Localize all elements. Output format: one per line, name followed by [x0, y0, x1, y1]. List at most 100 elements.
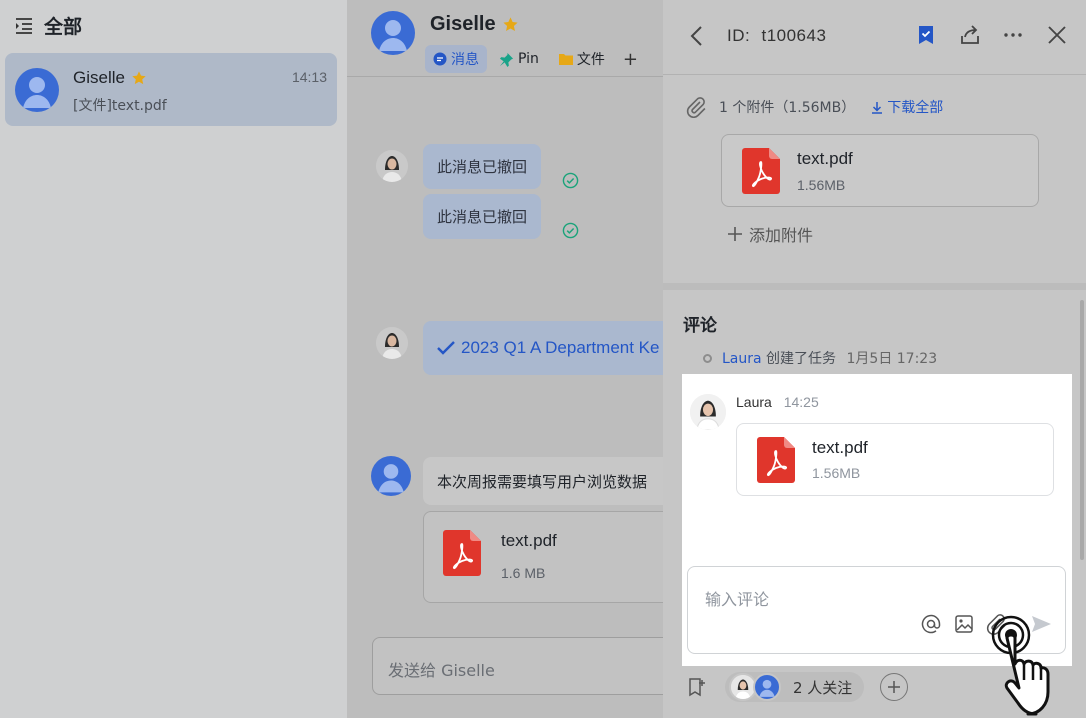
avatar[interactable]: [376, 150, 408, 182]
woman-avatar-icon: [731, 675, 755, 699]
timeline-dot-icon: [703, 353, 712, 363]
sidebar-title: 全部: [44, 16, 83, 38]
tab-label: 消息: [451, 52, 479, 68]
folder-icon: [558, 54, 573, 65]
star-icon: [503, 17, 518, 31]
pdf-file-icon: [742, 148, 780, 194]
activity-log-item: Laura 创建了任务 1月5日 17:23: [703, 348, 937, 368]
comment-placeholder: 输入评论: [705, 590, 770, 609]
pdf-file-icon: [757, 437, 795, 483]
pin-icon: [499, 52, 514, 67]
user-silhouette-icon: [759, 679, 775, 697]
add-follower-button[interactable]: [880, 673, 909, 701]
task-card-message[interactable]: 2023 Q1 A Department Ke: [423, 321, 663, 375]
add-attachment-button[interactable]: 添加附件: [727, 222, 813, 246]
attachment-card[interactable]: text.pdf 1.56MB: [721, 134, 1039, 207]
close-icon[interactable]: [1046, 24, 1068, 46]
comment-attachment-card[interactable]: text.pdf 1.56MB: [736, 423, 1054, 496]
conversation-preview: [文件]text.pdf: [73, 98, 167, 114]
followers-row: 2 人关注: [687, 672, 909, 702]
task-detail-panel: ID: t100643 1 个附件（1.56MB） 下载全部 text.pdf …: [663, 0, 1086, 718]
download-all-link[interactable]: 下载全部: [871, 97, 943, 117]
read-check-icon: [562, 172, 579, 189]
file-message-card[interactable]: text.pdf 1.6 MB: [423, 511, 663, 603]
comments-title: 评论: [683, 316, 717, 336]
chat-title-row: Giselle: [430, 13, 519, 36]
task-id: ID: t100643: [727, 26, 826, 46]
bookmark-icon[interactable]: [915, 24, 937, 46]
avatar[interactable]: [690, 394, 726, 430]
followers-pill[interactable]: 2 人关注: [725, 672, 865, 702]
file-size: 1.56MB: [812, 465, 861, 481]
avatar: [753, 673, 781, 701]
add-attachment-label: 添加附件: [749, 226, 814, 245]
task-check-icon: [437, 341, 455, 355]
recalled-message-bubble[interactable]: 此消息已撤回: [423, 144, 542, 189]
woman-avatar-icon: [690, 394, 726, 430]
tab-pin[interactable]: Pin: [491, 45, 547, 73]
collapse-menu-icon[interactable]: [14, 17, 34, 35]
conversation-name-row: Giselle: [73, 68, 147, 88]
download-all-label: 下载全部: [887, 100, 944, 116]
scrollbar[interactable]: [1080, 300, 1084, 560]
message-text: 本次周报需要填写用户浏览数据: [437, 472, 648, 491]
tab-label: 文件: [576, 52, 605, 68]
tab-messages[interactable]: 消息: [425, 45, 487, 73]
plus-icon: [728, 227, 742, 241]
file-size: 1.56MB: [797, 177, 846, 193]
conversation-item-giselle[interactable]: Giselle 14:13 [文件]text.pdf: [5, 53, 337, 126]
section-divider: [663, 283, 1086, 290]
file-name: text.pdf: [501, 531, 557, 550]
user-silhouette-icon: [379, 20, 407, 51]
pdf-file-icon: [443, 530, 481, 576]
file-name: text.pdf: [797, 149, 853, 168]
message-input[interactable]: 发送给 Giselle: [372, 637, 663, 695]
activity-time: 1月5日 17:23: [846, 351, 938, 367]
paperclip-icon: [686, 97, 706, 118]
file-size: 1.6 MB: [501, 565, 546, 581]
chat-title: Giselle: [430, 13, 496, 35]
tab-files[interactable]: 文件: [551, 45, 613, 73]
woman-avatar-icon: [376, 327, 408, 359]
avatar: [15, 68, 59, 112]
message-text: 此消息已撤回: [437, 158, 528, 176]
avatar[interactable]: [371, 11, 415, 55]
activity-action: 创建了任务: [766, 351, 837, 367]
sidebar-header: 全部: [14, 12, 82, 39]
attachments-summary-row: 1 个附件（1.56MB） 下载全部: [685, 96, 943, 118]
conversation-name: Giselle: [73, 68, 125, 87]
plus-icon: [888, 681, 901, 693]
image-icon[interactable]: [953, 613, 975, 635]
task-id-value: t100643: [761, 26, 827, 45]
conversation-time: 14:13: [291, 69, 327, 85]
chat-panel: Giselle 消息 Pin 文件 + 此消息已撤回 此消息已撤回 2023 Q…: [347, 0, 663, 718]
tab-label: Pin: [518, 51, 539, 67]
task-title: 2023 Q1 A Department Ke: [461, 338, 660, 357]
report-message-bubble[interactable]: 本次周报需要填写用户浏览数据: [423, 457, 663, 505]
activity-user[interactable]: Laura: [722, 351, 762, 367]
conversation-sidebar: 全部 Giselle 14:13 [文件]text.pdf: [0, 0, 347, 718]
tap-hand-cursor-icon: [991, 615, 1050, 716]
woman-avatar-icon: [376, 150, 408, 182]
star-icon: [132, 71, 146, 85]
follow-bookmark-icon[interactable]: [687, 677, 707, 697]
more-icon[interactable]: [1002, 24, 1024, 46]
back-arrow-icon[interactable]: [687, 24, 707, 48]
detail-header: ID: t100643: [663, 0, 1086, 75]
file-name: text.pdf: [812, 438, 868, 457]
avatar[interactable]: [371, 456, 411, 496]
read-check-icon: [562, 222, 579, 239]
user-silhouette-icon: [378, 464, 404, 493]
download-icon: [872, 101, 883, 114]
user-silhouette-icon: [23, 77, 51, 108]
comment-meta: Laura 14:25: [736, 394, 819, 410]
share-icon[interactable]: [959, 24, 981, 46]
mention-icon[interactable]: [920, 613, 942, 635]
avatar[interactable]: [376, 327, 408, 359]
comment-time: 14:25: [783, 394, 819, 410]
message-text: 此消息已撤回: [437, 208, 528, 226]
attachments-count: 1 个附件（1.56MB）: [719, 100, 856, 116]
comment-author: Laura: [736, 394, 772, 410]
add-tab-button[interactable]: +: [617, 49, 644, 70]
recalled-message-bubble[interactable]: 此消息已撤回: [423, 194, 542, 239]
